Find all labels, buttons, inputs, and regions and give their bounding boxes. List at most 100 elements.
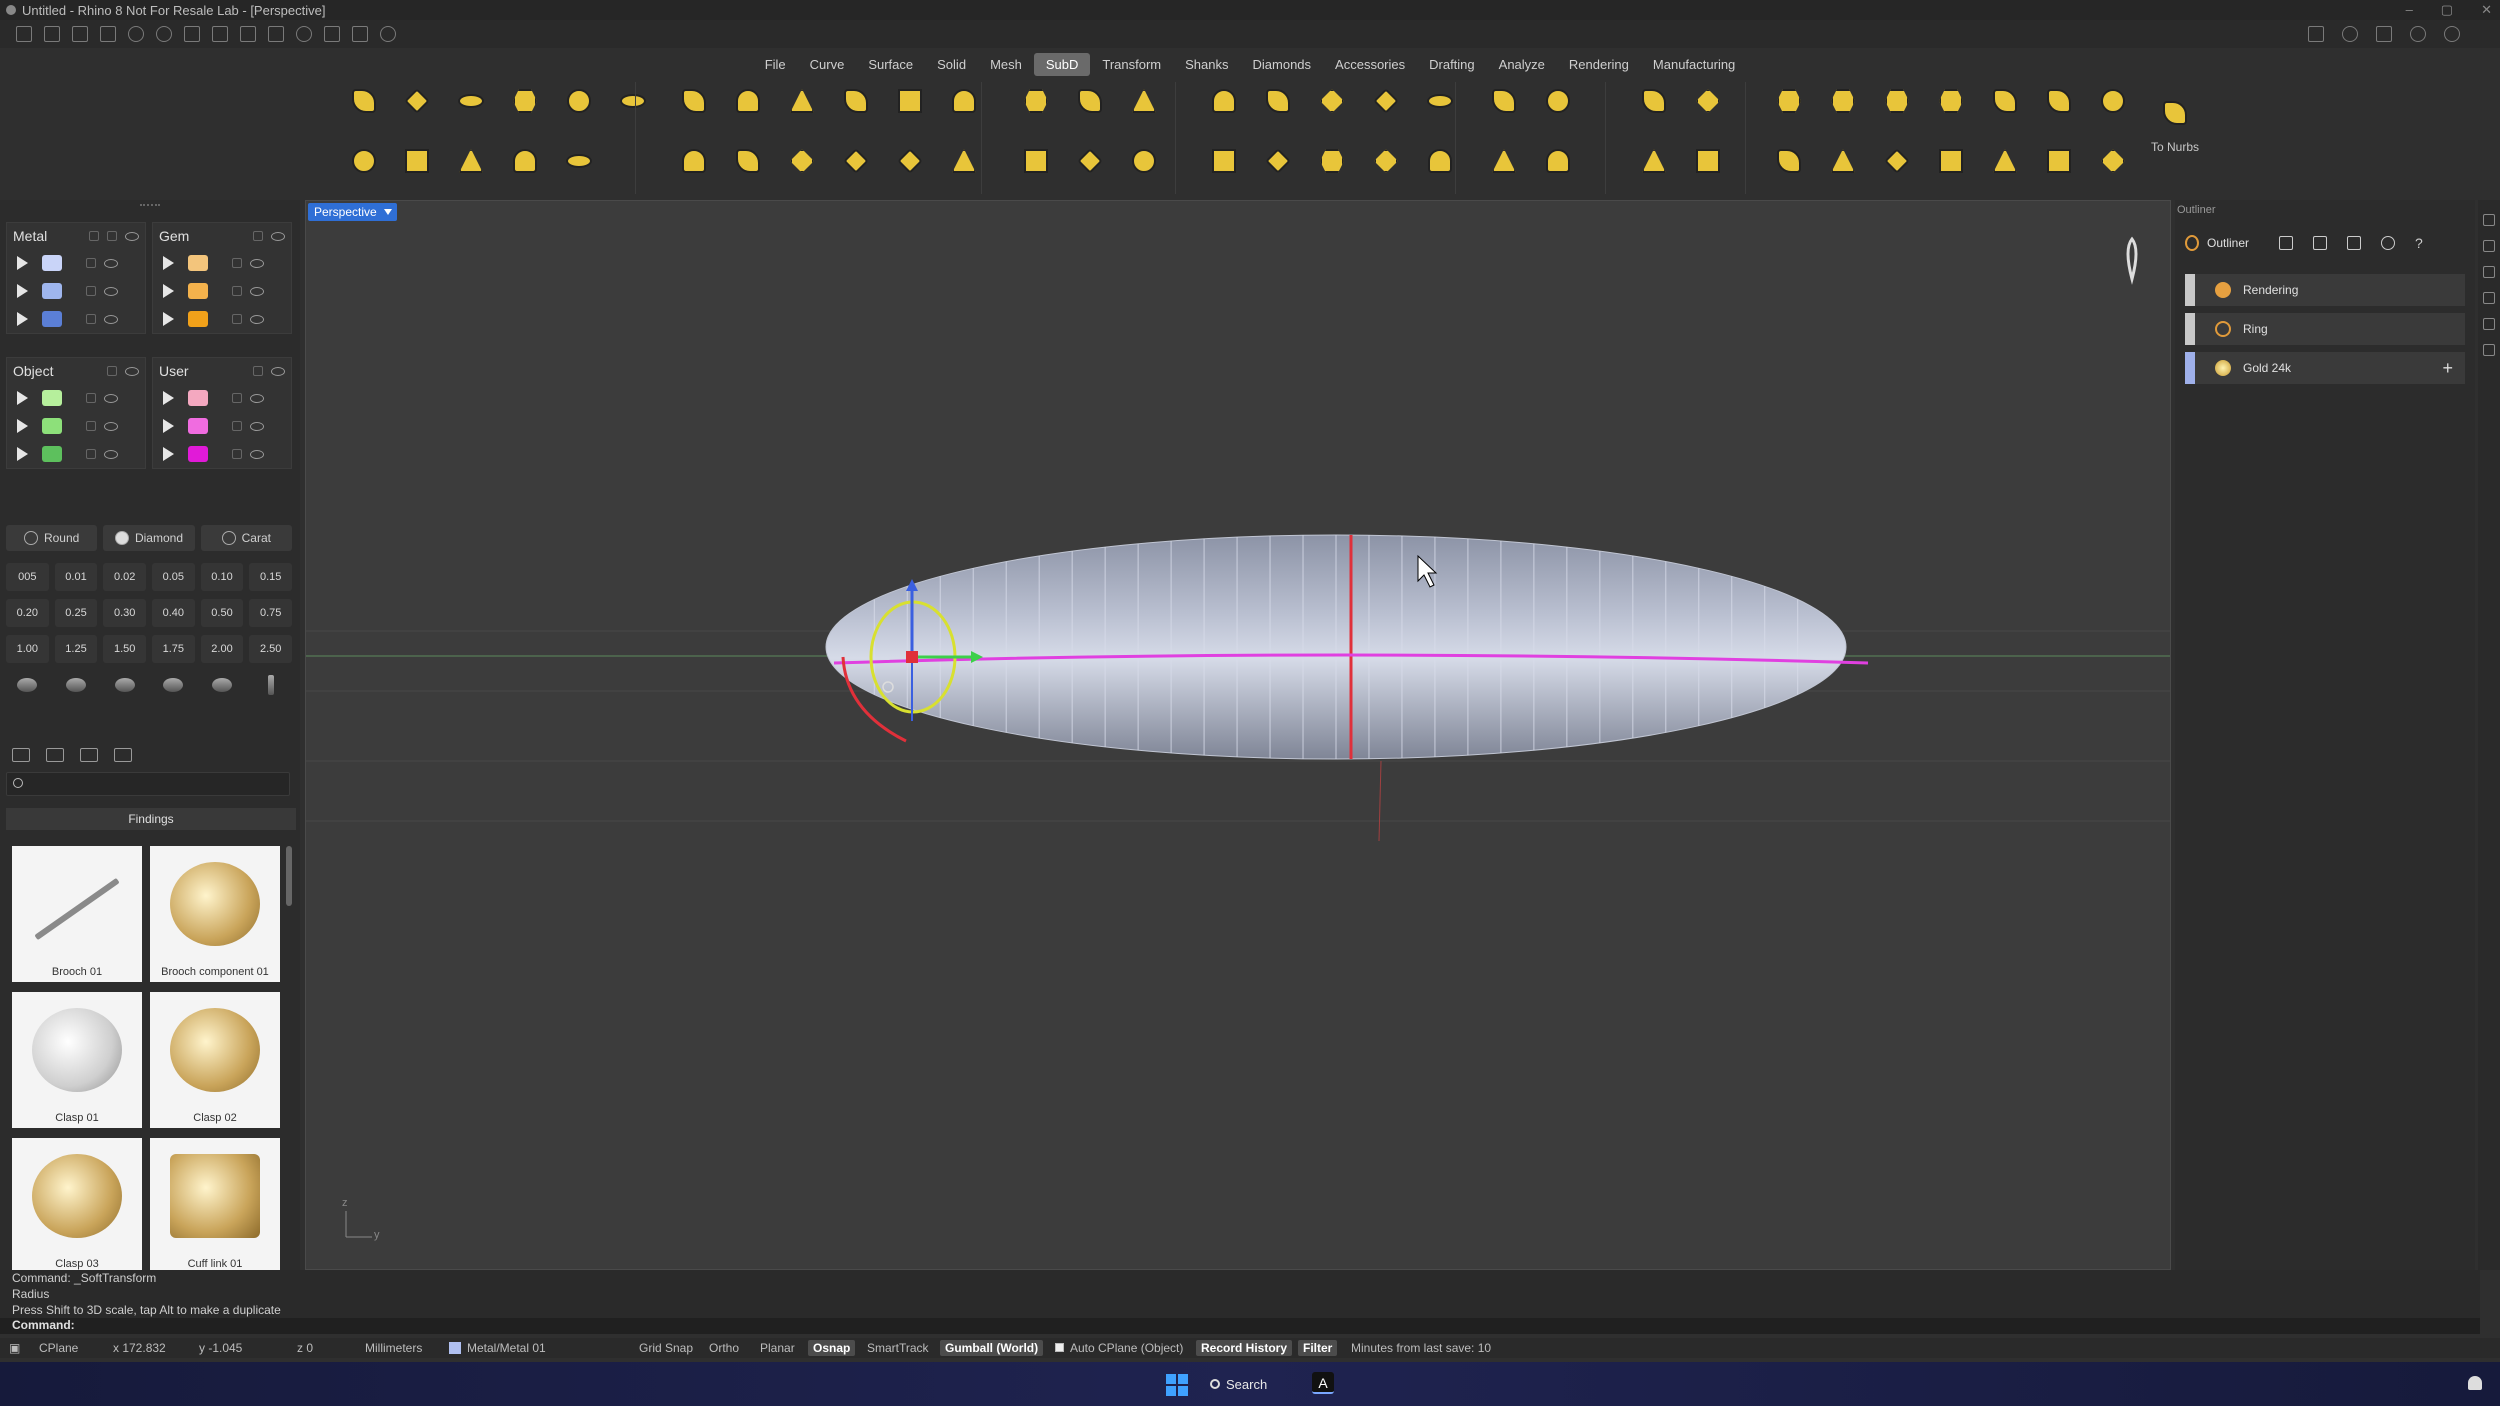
- gem-shape-button[interactable]: [6, 671, 49, 699]
- library-item-cuff-link-01[interactable]: Cuff link 01: [150, 1138, 280, 1274]
- maximize-icon[interactable]: ▢: [2441, 2, 2453, 18]
- minimize-icon[interactable]: –: [2406, 2, 2413, 18]
- subd-tool-button[interactable]: [675, 142, 713, 180]
- subd-tool-button[interactable]: [1986, 142, 2024, 180]
- lock-icon[interactable]: [253, 231, 263, 241]
- subd-tool-button[interactable]: [1125, 82, 1163, 120]
- layer-color-swatch[interactable]: [188, 255, 208, 271]
- lock-icon[interactable]: [253, 366, 263, 376]
- subd-tool-button[interactable]: [837, 142, 875, 180]
- lock-icon[interactable]: [107, 231, 117, 241]
- status-ortho[interactable]: Ortho: [704, 1340, 744, 1356]
- gem-size-button[interactable]: 0.15: [249, 563, 292, 591]
- subd-tool-button[interactable]: [783, 82, 821, 120]
- subd-tool-button[interactable]: [1878, 142, 1916, 180]
- library-item-clasp-01[interactable]: Clasp 01: [12, 992, 142, 1128]
- account-icon[interactable]: [2444, 26, 2460, 42]
- eye-icon[interactable]: [125, 366, 139, 376]
- subd-tool-button[interactable]: [945, 142, 983, 180]
- subd-tool-button[interactable]: [1313, 82, 1351, 120]
- lock-icon[interactable]: [232, 286, 242, 296]
- add-icon[interactable]: +: [2442, 358, 2453, 379]
- subd-tool-button[interactable]: [614, 82, 652, 120]
- status-units[interactable]: Millimeters: [360, 1340, 427, 1356]
- layer-color-swatch[interactable]: [188, 446, 208, 462]
- tab-shanks[interactable]: Shanks: [1173, 53, 1240, 76]
- panel-toggle-icon[interactable]: ▣: [4, 1340, 25, 1356]
- subd-tool-button[interactable]: [1986, 82, 2024, 120]
- play-icon[interactable]: [17, 419, 28, 433]
- tab-curve[interactable]: Curve: [798, 53, 857, 76]
- subd-tool-button[interactable]: [945, 82, 983, 120]
- save-as-icon[interactable]: [212, 26, 228, 42]
- layer-row[interactable]: [7, 277, 145, 305]
- library-item-brooch-component-01[interactable]: Brooch component 01: [150, 846, 280, 982]
- subd-tool-button[interactable]: [345, 142, 383, 180]
- tab-diamond[interactable]: Diamond: [103, 525, 195, 551]
- grid-view-icon[interactable]: [114, 748, 132, 762]
- command-prompt-input[interactable]: Command:: [0, 1318, 2480, 1334]
- materials-tab-icon[interactable]: [2483, 344, 2495, 356]
- layer-row[interactable]: [153, 249, 291, 277]
- subd-tool-button[interactable]: [1367, 142, 1405, 180]
- image-icon[interactable]: [80, 748, 98, 762]
- tab-file[interactable]: File: [753, 53, 798, 76]
- subd-tool-button[interactable]: [837, 82, 875, 120]
- status-cplane[interactable]: CPlane: [34, 1340, 83, 1356]
- gem-size-button[interactable]: 0.20: [6, 599, 49, 627]
- status-record-history[interactable]: Record History: [1196, 1340, 1293, 1356]
- tab-carat[interactable]: Carat: [200, 525, 292, 551]
- open-folder-icon[interactable]: [100, 26, 116, 42]
- undo-icon[interactable]: [128, 26, 144, 42]
- subd-tool-button[interactable]: [506, 82, 544, 120]
- gem-size-button[interactable]: 1.00: [6, 635, 49, 663]
- gem-size-button[interactable]: 2.00: [200, 635, 244, 663]
- tab-accessories[interactable]: Accessories: [1323, 53, 1417, 76]
- layer-color-swatch[interactable]: [188, 311, 208, 327]
- subd-tool-button[interactable]: [1539, 82, 1577, 120]
- gem-size-button[interactable]: 0.75: [249, 599, 292, 627]
- picker-icon[interactable]: [2279, 236, 2294, 250]
- play-icon[interactable]: [163, 447, 174, 461]
- tab-solid[interactable]: Solid: [925, 53, 978, 76]
- layer-row[interactable]: [7, 440, 145, 468]
- subd-tool-button[interactable]: [891, 142, 929, 180]
- subd-tool-button[interactable]: [1932, 142, 1970, 180]
- status-filter[interactable]: Filter: [1298, 1340, 1338, 1356]
- status-grid-snap[interactable]: Grid Snap: [634, 1340, 698, 1356]
- subd-tool-button[interactable]: [1824, 142, 1862, 180]
- viewport-tab-perspective[interactable]: Perspective: [308, 203, 397, 221]
- subd-tool-button[interactable]: [1367, 82, 1405, 120]
- layer-color-swatch[interactable]: [188, 283, 208, 299]
- outliner-row-rendering[interactable]: Rendering: [2185, 274, 2465, 306]
- layer-color-swatch[interactable]: [42, 311, 62, 327]
- outliner-row-ring[interactable]: Ring: [2185, 313, 2465, 345]
- gem-size-button[interactable]: 0.01: [54, 563, 98, 591]
- subd-tool-button[interactable]: [729, 142, 767, 180]
- edit-icon[interactable]: [2347, 236, 2362, 250]
- subd-tool-button[interactable]: [1259, 82, 1297, 120]
- gem-shape-button[interactable]: [103, 671, 146, 699]
- subd-tool-button[interactable]: [2040, 82, 2078, 120]
- subd-tool-button[interactable]: [1932, 82, 1970, 120]
- subd-tool-button[interactable]: [1205, 142, 1243, 180]
- layer-color-swatch[interactable]: [42, 255, 62, 271]
- subd-tool-button[interactable]: [398, 82, 436, 120]
- layer-row[interactable]: [7, 249, 145, 277]
- library-search-input[interactable]: [6, 772, 290, 796]
- subd-tool-button[interactable]: [1313, 142, 1351, 180]
- layer-row[interactable]: [153, 440, 291, 468]
- windows-start-icon[interactable]: [1166, 1374, 1188, 1396]
- layer-row[interactable]: [153, 305, 291, 333]
- tab-mesh[interactable]: Mesh: [978, 53, 1034, 76]
- play-icon[interactable]: [163, 419, 174, 433]
- outliner-row-gold-24k[interactable]: Gold 24k +: [2185, 352, 2465, 384]
- new-template-icon[interactable]: [44, 26, 60, 42]
- library-scrollbar[interactable]: [286, 846, 292, 906]
- library-item-brooch-01[interactable]: Brooch 01: [12, 846, 142, 982]
- tab-subd[interactable]: SubD: [1033, 52, 1091, 76]
- gem-shape-button[interactable]: [249, 671, 292, 699]
- eye-icon[interactable]: [104, 314, 118, 324]
- subd-tool-button[interactable]: [2094, 142, 2132, 180]
- library-item-clasp-02[interactable]: Clasp 02: [150, 992, 280, 1128]
